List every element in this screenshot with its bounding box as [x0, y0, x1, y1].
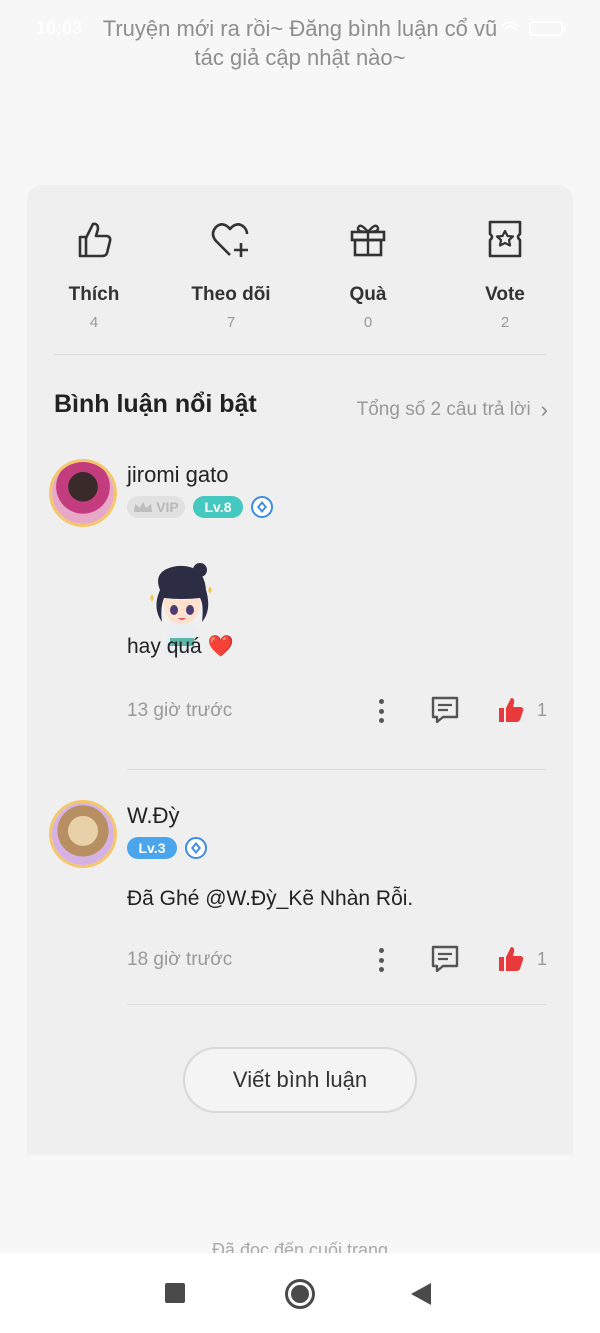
section-title: Bình luận nổi bật [54, 390, 257, 418]
level-badge: Lv.3 [127, 837, 177, 859]
action-row: Thích 4 Theo dõi 7 Quà 0 Vote 2 [27, 210, 573, 331]
comment-like-count: 1 [537, 948, 548, 969]
gift-label: Quà [349, 284, 387, 305]
comments-card: Thích 4 Theo dõi 7 Quà 0 Vote 2 Bình luậ… [27, 185, 573, 1155]
vip-label: VIP [156, 499, 179, 515]
avatar[interactable] [52, 462, 114, 524]
follow-count: 7 [226, 314, 236, 331]
status-icons [500, 18, 570, 43]
comment-like-count: 1 [537, 699, 548, 720]
comment-time: 18 giờ trước [127, 949, 233, 970]
reply-icon[interactable] [430, 944, 460, 974]
vote-count: 2 [500, 314, 510, 331]
thumbs-up-icon [78, 222, 112, 258]
total-replies-label: Tổng số 2 câu trả lời [356, 399, 531, 420]
comment-time: 13 giờ trước [127, 700, 233, 721]
crown-icon [134, 502, 153, 512]
user-badges: Lv.3 [127, 837, 207, 859]
status-time: 10:03 [36, 18, 83, 38]
battery-icon [501, 21, 565, 36]
home-button[interactable] [285, 1279, 315, 1309]
back-button[interactable] [411, 1283, 431, 1305]
gift-icon [350, 224, 386, 257]
gift-count: 0 [363, 314, 373, 331]
divider [54, 354, 546, 355]
comment-like-button[interactable]: 1 [497, 695, 557, 725]
comment-divider [127, 769, 547, 770]
more-options-icon[interactable] [371, 696, 391, 726]
gem-badge-icon [185, 837, 207, 859]
vote-label: Vote [485, 284, 525, 305]
heart-emoji: ❤️ [207, 635, 234, 658]
thumbs-up-filled-icon [499, 947, 524, 971]
more-options-icon[interactable] [371, 945, 391, 975]
write-comment-button[interactable]: Viết bình luận [183, 1047, 417, 1113]
comment-item: W.Đỳ Lv.3 Đã Ghé @W.Đỳ_Kẽ Nhàn Rỗi. 18 g… [27, 801, 573, 1005]
gift-button[interactable]: Quà 0 [303, 210, 433, 331]
total-replies-link[interactable]: Tổng số 2 câu trả lời › [357, 397, 548, 423]
follow-button[interactable]: Theo dõi 7 [166, 210, 296, 331]
like-story-button[interactable]: Thích 4 [29, 210, 159, 331]
chevron-right-icon: › [540, 397, 548, 422]
comment-text: Đã Ghé @W.Đỳ_Kẽ Nhàn Rỗi. [127, 887, 414, 910]
comment-item: jiromi gato VIP Lv.8 hay quá ❤️ 13 giờ t… [27, 460, 573, 770]
comment-divider [127, 1004, 547, 1005]
follow-label: Theo dõi [191, 284, 271, 305]
vip-badge: VIP [127, 496, 185, 518]
author-note: Truyện mới ra rồi~ Đăng bình luận cổ vũ … [102, 16, 498, 70]
gem-badge-icon [251, 496, 273, 518]
vote-button[interactable]: Vote 2 [440, 210, 570, 331]
comment-username[interactable]: W.Đỳ [127, 803, 180, 829]
comment-text: hay quá ❤️ [127, 635, 234, 659]
reply-icon[interactable] [430, 695, 460, 725]
like-count: 4 [89, 314, 99, 331]
comment-like-button[interactable]: 1 [497, 944, 557, 974]
thumbs-up-filled-icon [499, 698, 524, 722]
like-label: Thích [68, 284, 120, 305]
comment-text-body: hay quá [127, 635, 202, 658]
vote-ticket-icon [488, 220, 522, 258]
user-badges: VIP Lv.8 [127, 496, 273, 518]
heart-plus-icon [211, 223, 249, 257]
system-nav-bar [0, 1253, 600, 1333]
recent-apps-button[interactable] [165, 1283, 185, 1303]
level-badge: Lv.8 [193, 496, 243, 518]
avatar[interactable] [52, 803, 114, 865]
comment-username[interactable]: jiromi gato [127, 462, 228, 488]
